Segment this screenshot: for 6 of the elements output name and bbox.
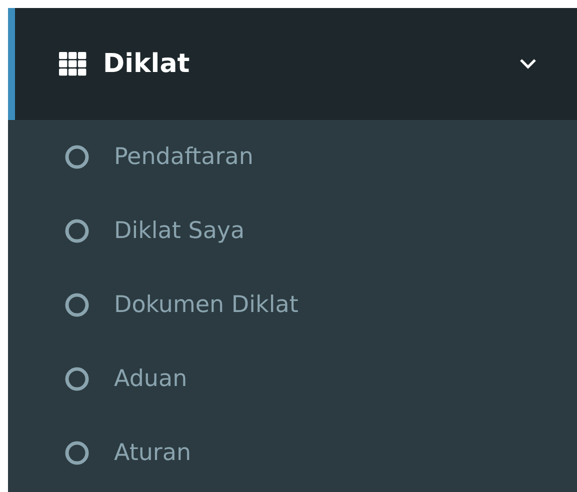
submenu-item[interactable]: Diklat Saya — [8, 194, 577, 268]
submenu-item[interactable]: Aduan — [8, 342, 577, 416]
submenu-item[interactable]: Dokumen Diklat — [8, 268, 577, 342]
submenu-item[interactable]: Aturan — [8, 416, 577, 490]
submenu-item[interactable]: Pendaftaran — [8, 120, 577, 194]
menu-header[interactable]: Diklat — [8, 8, 577, 120]
